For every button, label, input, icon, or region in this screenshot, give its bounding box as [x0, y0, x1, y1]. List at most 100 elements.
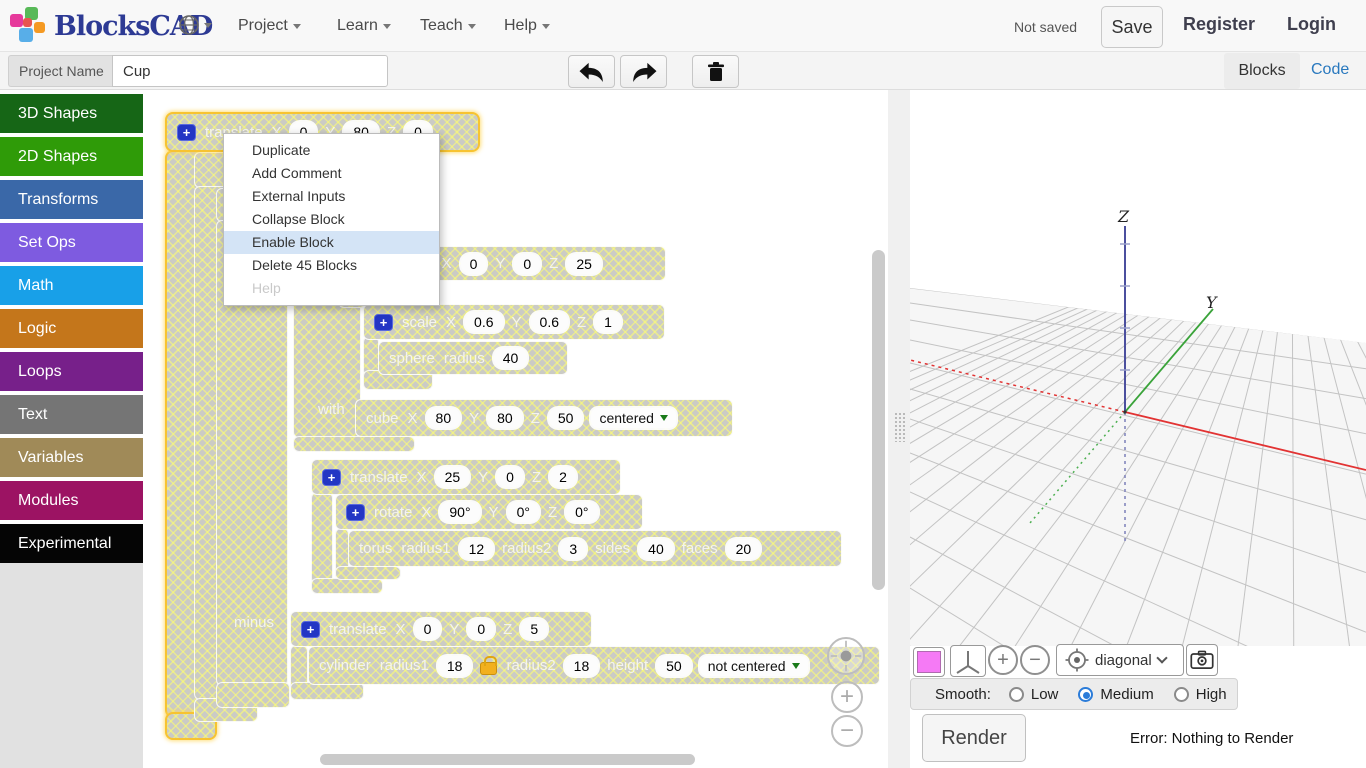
screenshot-button[interactable] — [1186, 644, 1218, 676]
sidebar-category-transforms[interactable]: Transforms — [0, 180, 143, 219]
block-expand-plus-button[interactable]: + — [346, 504, 365, 521]
block-row[interactable]: +translateX0Y0Z5 — [290, 611, 592, 647]
block-value-field[interactable]: 80 — [427, 408, 461, 428]
block-value-field[interactable]: 18 — [438, 656, 472, 676]
block-value-field[interactable]: 0° — [566, 502, 597, 522]
block-value-field[interactable]: 20 — [727, 539, 761, 559]
viewport-zoom-in-button[interactable]: + — [988, 645, 1018, 675]
block-value-field[interactable]: 40 — [494, 348, 528, 368]
block-row[interactable]: sphereradius40 — [378, 341, 568, 375]
sidebar-category-variables[interactable]: Variables — [0, 438, 143, 477]
render-viewport[interactable]: ZY — [910, 90, 1366, 646]
workspace-vertical-scrollbar[interactable] — [872, 250, 885, 590]
toggle-axes-button[interactable] — [950, 645, 986, 677]
nav-menu-teach[interactable]: Teach — [420, 0, 476, 52]
block-value-field[interactable]: 1 — [595, 312, 621, 332]
block-value-field[interactable]: 2 — [550, 467, 576, 487]
block-value-field[interactable]: 0 — [514, 254, 540, 274]
sidebar-category-2d-shapes[interactable]: 2D Shapes — [0, 137, 143, 176]
workspace-horizontal-scrollbar[interactable] — [320, 754, 695, 765]
sidebar-category-set-ops[interactable]: Set Ops — [0, 223, 143, 262]
block-value-field[interactable]: 0 — [468, 619, 494, 639]
block-value-field[interactable]: 40 — [639, 539, 673, 559]
block-row[interactable]: cubeX80Y80Z50centered — [355, 399, 733, 437]
tab-code[interactable]: Code — [1311, 61, 1349, 79]
block-value-field[interactable]: 0 — [415, 619, 441, 639]
sidebar-category-loops[interactable]: Loops — [0, 352, 143, 391]
context-menu-item-external-inputs[interactable]: External Inputs — [224, 185, 439, 208]
block-value-field[interactable]: 12 — [460, 539, 494, 559]
lock-icon[interactable] — [480, 662, 497, 675]
block-dropdown-field[interactable]: not centered — [700, 656, 808, 676]
block-value-field[interactable]: 50 — [549, 408, 583, 428]
viewport-zoom-out-button[interactable]: − — [1020, 645, 1050, 675]
smooth-radio-medium[interactable]: Medium — [1078, 686, 1153, 703]
block-row[interactable]: +rotateX90°Y0°Z0° — [335, 494, 643, 530]
block-value-field[interactable]: 80 — [488, 408, 522, 428]
color-swatch-button[interactable] — [913, 647, 945, 677]
view-preset-control[interactable]: diagonal — [1056, 644, 1184, 676]
block-value-field[interactable]: 0.6 — [531, 312, 568, 332]
delete-all-button[interactable] — [692, 55, 739, 88]
sidebar-category-experimental[interactable]: Experimental — [0, 524, 143, 563]
render-button[interactable]: Render — [922, 714, 1026, 762]
context-menu-item-add-comment[interactable]: Add Comment — [224, 162, 439, 185]
nav-menu-learn[interactable]: Learn — [337, 0, 391, 52]
block-row[interactable]: +translateX25Y0Z2 — [311, 459, 621, 495]
nav-menu-help[interactable]: Help — [504, 0, 550, 52]
blocks-workspace[interactable]: +translateX0Y80Z0+translateX0Y0Z25+scale… — [143, 90, 888, 768]
register-link[interactable]: Register — [1183, 14, 1255, 35]
redo-button[interactable] — [620, 55, 667, 88]
project-name-input[interactable] — [112, 55, 388, 87]
sidebar-category-3d-shapes[interactable]: 3D Shapes — [0, 94, 143, 133]
block-label: sides — [595, 540, 630, 557]
block-container-strip[interactable] — [335, 566, 401, 580]
undo-button[interactable] — [568, 55, 615, 88]
context-menu-item-collapse-block[interactable]: Collapse Block — [224, 208, 439, 231]
block-value-field[interactable]: 90° — [440, 502, 479, 522]
zoom-reset-control[interactable] — [827, 637, 865, 675]
block-value-field[interactable]: 0 — [497, 467, 523, 487]
save-button[interactable]: Save — [1101, 6, 1163, 48]
block-container-strip[interactable] — [293, 436, 415, 452]
block-container-strip[interactable] — [311, 492, 333, 584]
sidebar-category-text[interactable]: Text — [0, 395, 143, 434]
zoom-out-control[interactable]: − — [831, 715, 863, 747]
sidebar-category-logic[interactable]: Logic — [0, 309, 143, 348]
block-value-field[interactable]: 3 — [560, 539, 586, 559]
block-value-field[interactable]: 0° — [508, 502, 539, 522]
nav-menu-project[interactable]: Project — [238, 0, 301, 52]
block-expand-plus-button[interactable]: + — [374, 314, 393, 331]
block-row[interactable]: cylinderradius118radius218height50not ce… — [308, 646, 880, 685]
block-label: Z — [549, 255, 558, 272]
smooth-radio-high[interactable]: High — [1174, 686, 1227, 703]
login-link[interactable]: Login — [1287, 14, 1336, 35]
context-menu-item-duplicate[interactable]: Duplicate — [224, 139, 439, 162]
block-value-field[interactable]: 18 — [565, 656, 599, 676]
language-globe-menu[interactable] — [178, 14, 212, 36]
block-label: radius2 — [506, 657, 555, 674]
smooth-radio-low[interactable]: Low — [1009, 686, 1059, 703]
context-menu-item-enable-block[interactable]: Enable Block — [224, 231, 439, 254]
context-menu-item-delete-45-blocks[interactable]: Delete 45 Blocks — [224, 254, 439, 277]
panel-splitter[interactable] — [888, 90, 910, 768]
block-row[interactable]: torusradius112radius23sides40faces20 — [348, 530, 842, 567]
sidebar-category-modules[interactable]: Modules — [0, 481, 143, 520]
block-expand-plus-button[interactable]: + — [301, 621, 320, 638]
block-container-strip[interactable] — [216, 682, 290, 708]
zoom-in-control[interactable]: + — [831, 681, 863, 713]
tab-blocks[interactable]: Blocks — [1224, 53, 1300, 89]
block-value-field[interactable]: 50 — [657, 656, 691, 676]
block-expand-plus-button[interactable]: + — [322, 469, 341, 486]
block-row[interactable]: +scaleX0.6Y0.6Z1 — [363, 304, 665, 340]
block-value-field[interactable]: 25 — [567, 254, 601, 274]
block-label: Y — [449, 621, 459, 638]
sidebar-category-math[interactable]: Math — [0, 266, 143, 305]
block-value-field[interactable]: 0.6 — [465, 312, 502, 332]
block-value-field[interactable]: 0 — [461, 254, 487, 274]
block-container-strip[interactable] — [311, 578, 383, 594]
block-dropdown-field[interactable]: centered — [591, 408, 675, 428]
block-value-field[interactable]: 25 — [436, 467, 470, 487]
block-value-field[interactable]: 5 — [521, 619, 547, 639]
block-expand-plus-button[interactable]: + — [177, 124, 196, 141]
